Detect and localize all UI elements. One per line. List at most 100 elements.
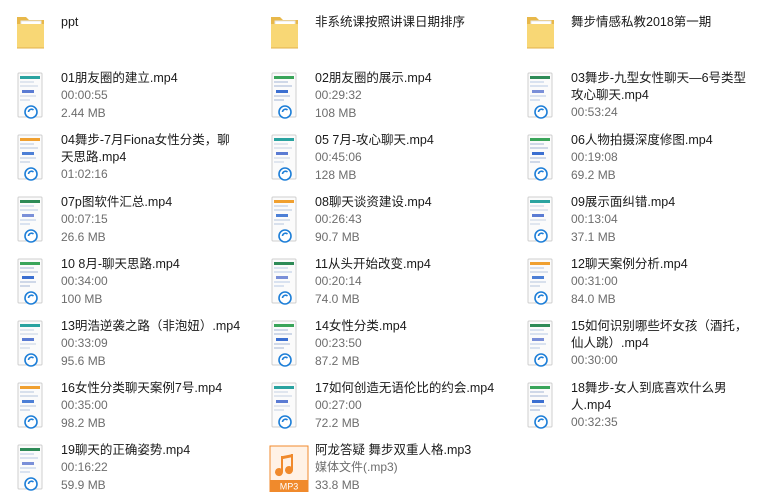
file-name: ppt: [61, 15, 79, 29]
file-size: 59.9 MB: [61, 478, 106, 492]
file-name: 11从头开始改变.mp4: [315, 257, 431, 271]
duration: 00:23:50: [315, 336, 362, 350]
folder-item[interactable]: 非系统课按照讲课日期排序: [254, 8, 494, 70]
file-name: 03舞步-九型女性聊天—6号类型攻心聊天.mp4: [571, 71, 747, 102]
file-name: 阿龙答疑 舞步双重人格.mp3: [315, 443, 472, 457]
file-thumbnail: [270, 320, 300, 368]
file-name: 07p图软件汇总.mp4: [61, 195, 173, 209]
duration: 00:31:00: [571, 274, 618, 288]
duration: 00:45:06: [315, 150, 362, 164]
file-name: 13明浩逆袭之路（非泡妞）.mp4: [61, 319, 241, 333]
file-name: 14女性分类.mp4: [315, 319, 407, 333]
file-item[interactable]: 09展示面纠错.mp4 00:13:04 37.1 MB: [510, 192, 750, 254]
file-item[interactable]: 06人物拍摄深度修图.mp4 00:19:08 69.2 MB: [510, 130, 750, 192]
file-thumbnail: [16, 72, 46, 120]
file-name: 15如何识别哪些坏女孩（酒托，仙人跳）.mp4: [571, 319, 748, 350]
file-thumbnail: [270, 134, 300, 182]
duration: 00:53:24: [571, 105, 618, 119]
file-item[interactable]: MP3 阿龙答疑 舞步双重人格.mp3 媒体文件(.mp3) 33.8 MB: [254, 440, 494, 502]
folder-thumbnail: [268, 10, 298, 58]
video-file-icon: [527, 382, 553, 429]
video-file-icon: [527, 134, 553, 181]
file-name: 06人物拍摄深度修图.mp4: [571, 133, 713, 147]
video-file-icon: [271, 196, 297, 243]
file-item[interactable]: 13明浩逆袭之路（非泡妞）.mp4 00:33:09 95.6 MB: [0, 316, 240, 378]
video-file-icon: [271, 134, 297, 181]
duration: 00:19:08: [571, 150, 618, 164]
video-file-icon: [527, 72, 553, 119]
file-item[interactable]: 02朋友圈的展示.mp4 00:29:32 108 MB: [254, 68, 494, 130]
file-item[interactable]: 12聊天案例分析.mp4 00:31:00 84.0 MB: [510, 254, 750, 316]
file-item[interactable]: 04舞步-7月Fiona女性分类，聊天思路.mp4 01:02:16: [0, 130, 240, 192]
file-item[interactable]: 18舞步-女人到底喜欢什么男人.mp4 00:32:35: [510, 378, 750, 440]
file-item[interactable]: 10 8月-聊天思路.mp4 00:34:00 100 MB: [0, 254, 240, 316]
duration: 00:34:00: [61, 274, 108, 288]
file-thumbnail: [270, 382, 300, 430]
folder-icon: [527, 17, 554, 49]
duration: 00:20:14: [315, 274, 362, 288]
duration: 00:13:04: [571, 212, 618, 226]
file-size: 90.7 MB: [315, 230, 360, 244]
duration: 00:27:00: [315, 398, 362, 412]
video-file-icon: [17, 320, 43, 367]
file-name: 非系统课按照讲课日期排序: [315, 15, 466, 29]
file-thumbnail: [16, 382, 46, 430]
file-thumbnail: [526, 258, 556, 306]
folder-thumbnail: [14, 10, 44, 58]
file-name: 17如何创造无语伦比的约会.mp4: [315, 381, 495, 395]
file-name: 16女性分类聊天案例7号.mp4: [61, 381, 223, 395]
file-name: 04舞步-7月Fiona女性分类，聊天思路.mp4: [61, 133, 230, 164]
folder-icon: [17, 17, 44, 49]
video-file-icon: [527, 320, 553, 367]
duration: 00:32:35: [571, 415, 618, 429]
video-file-icon: [17, 196, 43, 243]
file-name: 18舞步-女人到底喜欢什么男人.mp4: [571, 381, 727, 412]
file-item[interactable]: 14女性分类.mp4 00:23:50 87.2 MB: [254, 316, 494, 378]
file-item[interactable]: 05 7月-攻心聊天.mp4 00:45:06 128 MB: [254, 130, 494, 192]
video-file-icon: [17, 134, 43, 181]
file-thumbnail: [16, 320, 46, 368]
duration: 00:26:43: [315, 212, 362, 226]
file-item[interactable]: 16女性分类聊天案例7号.mp4 00:35:00 98.2 MB: [0, 378, 240, 440]
file-name: 舞步情感私教2018第一期: [571, 15, 712, 29]
video-file-icon: [17, 258, 43, 305]
duration: 00:00:55: [61, 88, 108, 102]
file-item[interactable]: 19聊天的正确姿势.mp4 00:16:22 59.9 MB: [0, 440, 240, 502]
video-file-icon: [17, 72, 43, 119]
file-thumbnail: [270, 258, 300, 306]
video-file-icon: [271, 72, 297, 119]
file-thumbnail: [526, 196, 556, 244]
file-item[interactable]: 01朋友圈的建立.mp4 00:00:55 2.44 MB: [0, 68, 240, 130]
folder-item[interactable]: 舞步情感私教2018第一期: [510, 8, 750, 70]
file-name: 10 8月-聊天思路.mp4: [61, 257, 180, 271]
mp3-file-icon: MP3: [269, 445, 309, 493]
file-size: 72.2 MB: [315, 416, 360, 430]
file-size: 33.8 MB: [315, 478, 360, 492]
file-size: 108 MB: [315, 106, 357, 120]
file-item[interactable]: 08聊天谈资建设.mp4 00:26:43 90.7 MB: [254, 192, 494, 254]
file-thumbnail: [270, 72, 300, 120]
duration: 00:33:09: [61, 336, 108, 350]
file-size: 84.0 MB: [571, 292, 616, 306]
file-size: 37.1 MB: [571, 230, 616, 244]
file-item[interactable]: 17如何创造无语伦比的约会.mp4 00:27:00 72.2 MB: [254, 378, 494, 440]
file-item[interactable]: 11从头开始改变.mp4 00:20:14 74.0 MB: [254, 254, 494, 316]
folder-item[interactable]: ppt: [0, 8, 240, 70]
file-size: 100 MB: [61, 292, 103, 306]
file-type: 媒体文件(.mp3): [315, 460, 398, 474]
duration: 00:29:32: [315, 88, 362, 102]
file-size: 74.0 MB: [315, 292, 360, 306]
duration: 00:35:00: [61, 398, 108, 412]
file-name: 09展示面纠错.mp4: [571, 195, 676, 209]
file-item[interactable]: 07p图软件汇总.mp4 00:07:15 26.6 MB: [0, 192, 240, 254]
file-name: 12聊天案例分析.mp4: [571, 257, 688, 271]
file-size: 26.6 MB: [61, 230, 106, 244]
file-item[interactable]: 03舞步-九型女性聊天—6号类型攻心聊天.mp4 00:53:24: [510, 68, 750, 130]
file-size: 87.2 MB: [315, 354, 360, 368]
svg-text:MP3: MP3: [280, 482, 299, 492]
video-file-icon: [527, 258, 553, 305]
file-item[interactable]: 15如何识别哪些坏女孩（酒托，仙人跳）.mp4 00:30:00: [510, 316, 750, 378]
file-thumbnail: [16, 196, 46, 244]
file-thumbnail: [270, 196, 300, 244]
file-name: 02朋友圈的展示.mp4: [315, 71, 432, 85]
